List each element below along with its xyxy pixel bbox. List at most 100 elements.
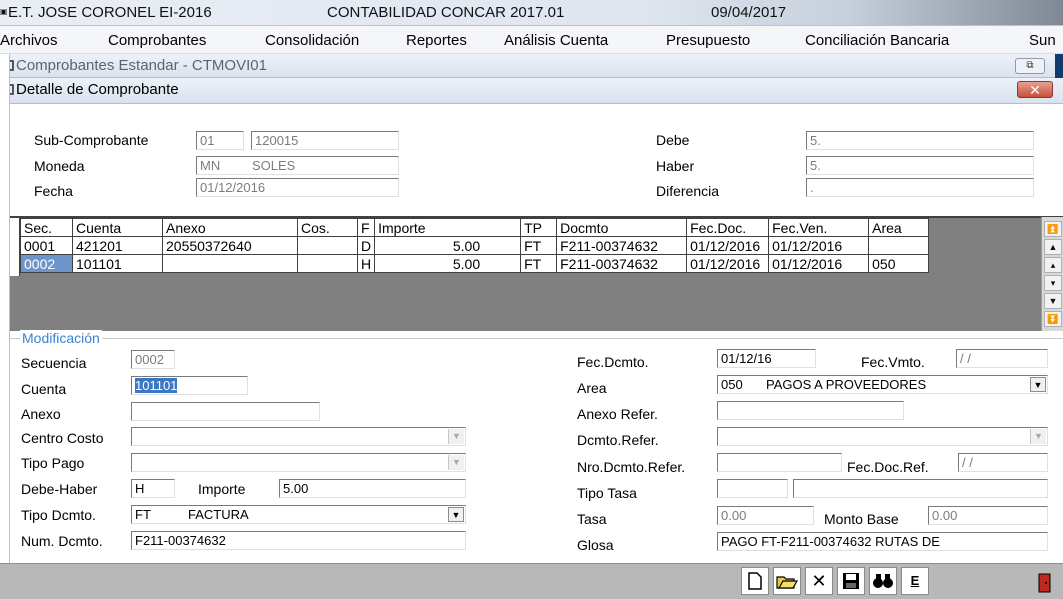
cell-sec[interactable]: 0001 [20, 236, 73, 255]
menu-consolidacion[interactable]: Consolidación [265, 32, 359, 49]
subcomp-code-field[interactable]: 01 [196, 131, 244, 150]
monto-base-field[interactable]: 0.00 [928, 506, 1048, 525]
grid-scrollbar[interactable]: ⏫ ▲ ▴ ▾ ▼ ⏬ [1041, 217, 1063, 331]
glosa-field[interactable]: PAGO FT-F211-00374632 RUTAS DE [717, 532, 1048, 551]
area-select[interactable]: 050 PAGOS A PROVEEDORES ▼ [717, 375, 1048, 394]
col-header[interactable]: Cos. [297, 218, 358, 237]
subcomp-number-field[interactable]: 120015 [251, 131, 399, 150]
col-header[interactable]: Sec. [20, 218, 73, 237]
tipo-pago-label: Tipo Pago [21, 455, 85, 471]
secuencia-field[interactable]: 0002 [131, 350, 175, 369]
cuenta-field[interactable]: 101101 [131, 376, 248, 395]
cell-f[interactable]: H [356, 254, 376, 273]
close-button[interactable]: ✕ [1017, 81, 1053, 98]
tipo-tasa-description-field[interactable] [793, 479, 1048, 498]
save-disk-icon[interactable] [837, 567, 865, 595]
num-dcmto-field[interactable]: F211-00374632 [131, 531, 466, 550]
tasa-field[interactable]: 0.00 [717, 506, 814, 525]
fec-vmto-field[interactable]: / / [956, 349, 1048, 368]
cell-f[interactable]: D [356, 236, 376, 255]
haber-field[interactable]: 5. [806, 156, 1034, 175]
col-header[interactable]: Docmto [556, 218, 688, 237]
cell-sec[interactable]: 0002 [20, 254, 73, 273]
menu-reportes[interactable]: Reportes [406, 32, 467, 49]
cell-importe[interactable]: 5.00 [374, 236, 522, 255]
moneda-field[interactable]: MN SOLES [196, 156, 399, 175]
fec-doc-ref-field[interactable]: / / [958, 453, 1048, 472]
cell-fecdoc[interactable]: 01/12/2016 [686, 254, 770, 273]
cell-area[interactable]: 050 [868, 254, 930, 273]
debe-haber-field[interactable]: H [131, 479, 175, 498]
cell-anexo[interactable]: 20550372640 [162, 236, 298, 255]
chevron-down-icon[interactable]: ▼ [448, 507, 464, 522]
centro-costo-select[interactable]: ▼ [131, 427, 466, 446]
menu-archivos[interactable]: Archivos [0, 32, 58, 49]
importe-field[interactable]: 5.00 [279, 479, 466, 498]
chevron-down-icon[interactable]: ▼ [448, 455, 464, 470]
chevron-down-icon[interactable]: ▼ [1030, 429, 1046, 444]
col-header[interactable]: Anexo [162, 218, 298, 237]
delete-x-icon[interactable]: ✕ [805, 567, 833, 595]
cell-tp[interactable]: FT [520, 254, 558, 273]
dcmto-refer-select[interactable]: ▼ [717, 427, 1048, 446]
col-header[interactable]: Fec.Doc. [686, 218, 770, 237]
chevron-down-icon[interactable]: ▼ [1030, 377, 1046, 392]
tipo-pago-select[interactable]: ▼ [131, 453, 466, 472]
table-row[interactable]: 0002 101101 H 5.00 FT F211-00374632 01/1… [20, 254, 930, 273]
haber-label: Haber [656, 158, 695, 174]
scroll-first-icon[interactable]: ⏫ [1044, 221, 1062, 237]
cell-cos[interactable] [297, 236, 358, 255]
cell-fecdoc[interactable]: 01/12/2016 [686, 236, 770, 255]
scroll-up-icon[interactable]: ▴ [1044, 257, 1062, 273]
menu-conciliacion-bancaria[interactable]: Conciliación Bancaria [805, 32, 949, 49]
cell-cuenta[interactable]: 421201 [72, 236, 163, 255]
col-header[interactable]: TP [520, 218, 558, 237]
open-folder-icon[interactable] [773, 567, 801, 595]
new-document-icon[interactable] [741, 567, 769, 595]
cell-anexo[interactable] [162, 254, 298, 273]
cell-tp[interactable]: FT [520, 236, 558, 255]
restore-button[interactable]: ⧉ [1015, 58, 1045, 74]
monto-base-label: Monto Base [824, 511, 899, 527]
anexo-refer-field[interactable] [717, 401, 904, 420]
debe-field[interactable]: 5. [806, 131, 1034, 150]
nro-dcmto-refer-field[interactable] [717, 453, 842, 472]
moneda-name: SOLES [252, 158, 296, 173]
comprobantes-window-title: Comprobantes Estandar - CTMOVI01 [16, 57, 267, 74]
tipo-dcmto-select[interactable]: FT FACTURA ▼ [131, 505, 466, 524]
fec-dcmto-field[interactable]: 01/12/16 [717, 349, 816, 368]
fecha-field[interactable]: 01/12/2016 [196, 178, 399, 197]
secuencia-label: Secuencia [21, 355, 87, 371]
col-header[interactable]: Fec.Ven. [768, 218, 870, 237]
table-row[interactable]: 0001 421201 20550372640 D 5.00 FT F211-0… [20, 236, 930, 255]
menu-comprobantes[interactable]: Comprobantes [108, 32, 206, 49]
cell-fecven[interactable]: 01/12/2016 [768, 254, 870, 273]
cell-importe[interactable]: 5.00 [374, 254, 522, 273]
scroll-page-up-icon[interactable]: ▲ [1044, 239, 1062, 255]
cell-cos[interactable] [297, 254, 358, 273]
cell-docmto[interactable]: F211-00374632 [556, 254, 688, 273]
diferencia-field[interactable]: . [806, 178, 1034, 197]
menu-sun[interactable]: Sun [1029, 32, 1056, 49]
cell-fecven[interactable]: 01/12/2016 [768, 236, 870, 255]
table-header-row: Sec. Cuenta Anexo Cos. F Importe TP Docm… [20, 218, 930, 237]
cell-area[interactable] [868, 236, 930, 255]
binoculars-icon[interactable] [869, 567, 897, 595]
col-header[interactable]: F [356, 218, 376, 237]
cell-docmto[interactable]: F211-00374632 [556, 236, 688, 255]
e-button[interactable]: E [901, 567, 929, 595]
col-header[interactable]: Cuenta [72, 218, 163, 237]
col-header[interactable]: Importe [374, 218, 522, 237]
exit-door-icon[interactable] [1037, 573, 1053, 593]
cell-cuenta[interactable]: 101101 [72, 254, 163, 273]
tipo-tasa-field[interactable] [717, 479, 788, 498]
chevron-down-icon[interactable]: ▼ [448, 429, 464, 444]
scroll-down-icon[interactable]: ▾ [1044, 275, 1062, 291]
scroll-last-icon[interactable]: ⏬ [1044, 311, 1062, 327]
menu-analisis-cuenta[interactable]: Análisis Cuenta [504, 32, 608, 49]
anexo-field[interactable] [131, 402, 320, 421]
menu-presupuesto[interactable]: Presupuesto [666, 32, 750, 49]
scroll-page-down-icon[interactable]: ▼ [1044, 293, 1062, 309]
col-header[interactable]: Area [868, 218, 930, 237]
centro-costo-label: Centro Costo [21, 430, 104, 446]
